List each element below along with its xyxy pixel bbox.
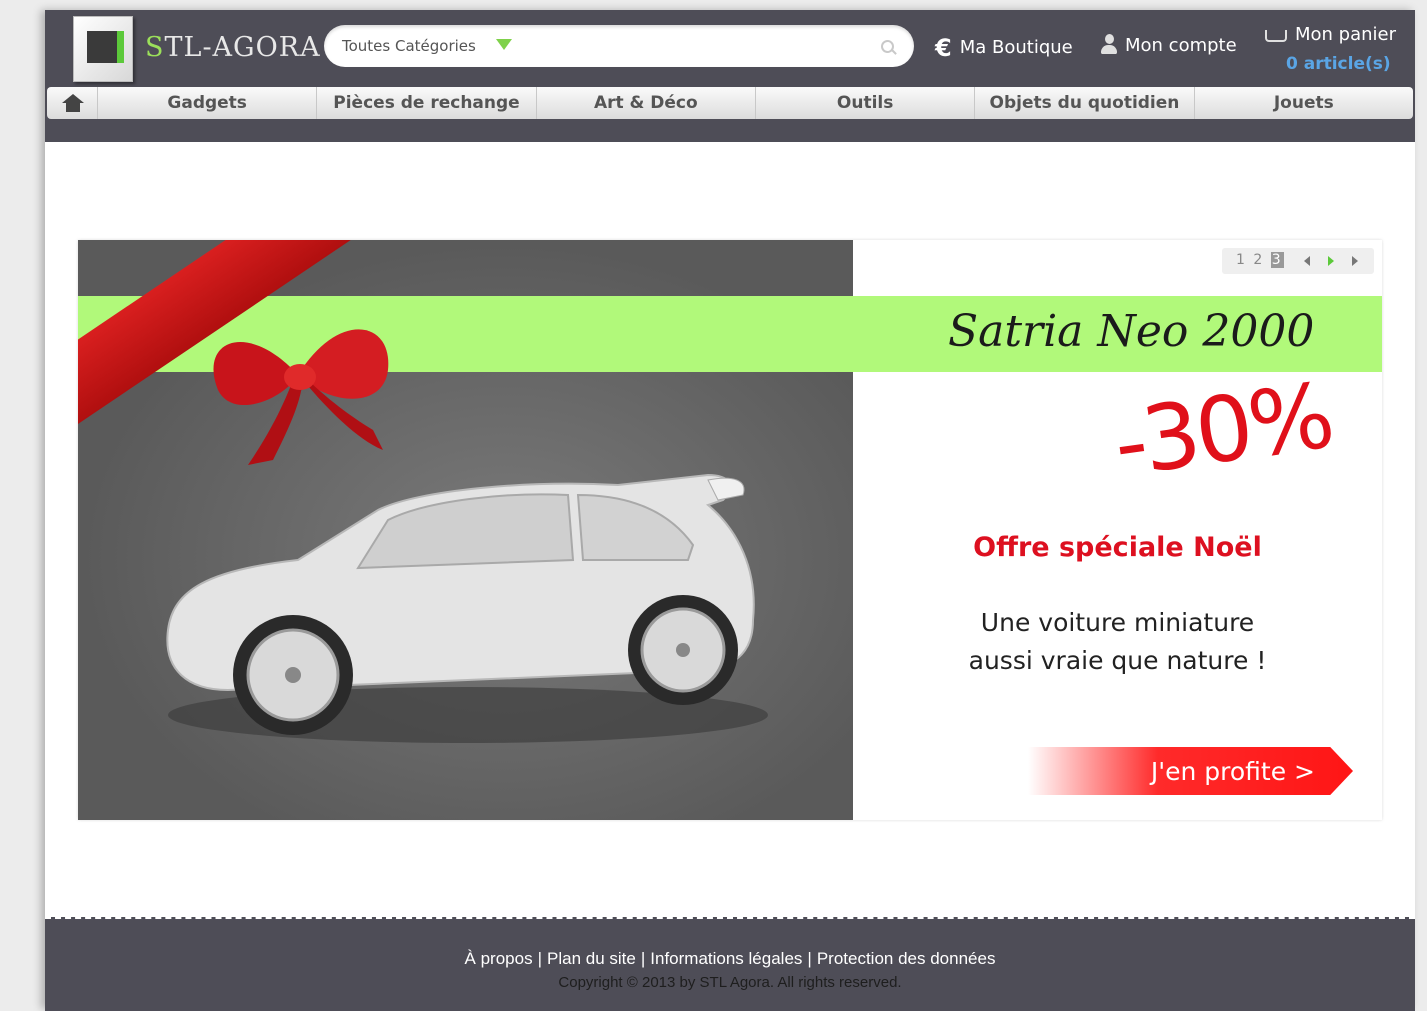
copyright-text: Copyright © 2013 by STL Agora. All right…	[558, 974, 902, 991]
discount-badge: -30%	[1107, 363, 1337, 498]
nav-item-tools[interactable]: Outils	[756, 87, 976, 119]
site-header: STL-AGORA Toutes Catégories € Ma Boutique…	[45, 10, 1415, 142]
footer-link-privacy[interactable]: Protection des données	[817, 949, 996, 968]
car-image	[166, 473, 768, 743]
euro-icon: €	[935, 34, 952, 62]
cart-count[interactable]: 0 article(s)	[1286, 54, 1391, 74]
home-icon	[62, 94, 84, 112]
brand-logo-text[interactable]: STL-AGORA	[145, 32, 321, 63]
play-icon[interactable]	[1328, 256, 1334, 266]
nav-item-gadgets[interactable]: Gadgets	[98, 87, 318, 119]
product-image[interactable]	[78, 240, 853, 820]
cart-icon	[1265, 30, 1287, 42]
search-icon[interactable]	[881, 40, 894, 53]
search-bar: Toutes Catégories	[324, 25, 914, 67]
category-nav: Gadgets Pièces de rechange Art & Déco Ou…	[47, 87, 1413, 119]
logo-icon[interactable]	[73, 16, 133, 82]
product-tagline: Une voiture miniature aussi vraie que na…	[968, 608, 1267, 675]
cta-button[interactable]: J'en profite >	[1028, 747, 1353, 795]
my-account-link[interactable]: Mon compte	[1101, 34, 1237, 56]
previous-slide-icon[interactable]	[1304, 256, 1310, 266]
slider-page-numbers[interactable]: 1 2 3	[1236, 252, 1284, 268]
offer-title: Offre spéciale Noël	[973, 532, 1262, 563]
my-shop-link[interactable]: € Ma Boutique	[935, 34, 1073, 62]
nav-item-art-deco[interactable]: Art & Déco	[537, 87, 756, 119]
home-button[interactable]	[47, 87, 98, 119]
footer-link-about[interactable]: À propos	[465, 949, 533, 968]
nav-item-toys[interactable]: Jouets	[1195, 87, 1413, 119]
nav-item-spare-parts[interactable]: Pièces de rechange	[317, 87, 537, 119]
site-footer: À propos | Plan du site | Informations légal…	[45, 917, 1415, 1011]
nav-item-everyday-objects[interactable]: Objets du quotidien	[975, 87, 1195, 119]
search-input[interactable]	[524, 31, 868, 61]
category-select[interactable]: Toutes Catégories	[342, 37, 476, 55]
footer-link-legal[interactable]: Informations légales	[650, 949, 802, 968]
footer-link-sitemap[interactable]: Plan du site	[547, 949, 636, 968]
promo-slider[interactable]: 1 2 3 Satria Neo 2000 -30% Offre spécial…	[78, 240, 1382, 820]
chevron-down-icon[interactable]	[496, 39, 512, 50]
product-name: Satria Neo 2000	[948, 306, 1315, 357]
footer-links: À propos | Plan du site | Informations légal…	[464, 949, 996, 968]
gift-bow-icon	[213, 329, 389, 465]
next-slide-icon[interactable]	[1352, 256, 1358, 266]
page: STL-AGORA Toutes Catégories € Ma Boutique…	[45, 10, 1415, 1011]
user-icon	[1101, 34, 1117, 54]
slider-pager: 1 2 3	[1222, 248, 1374, 274]
active-page: 3	[1270, 252, 1284, 268]
